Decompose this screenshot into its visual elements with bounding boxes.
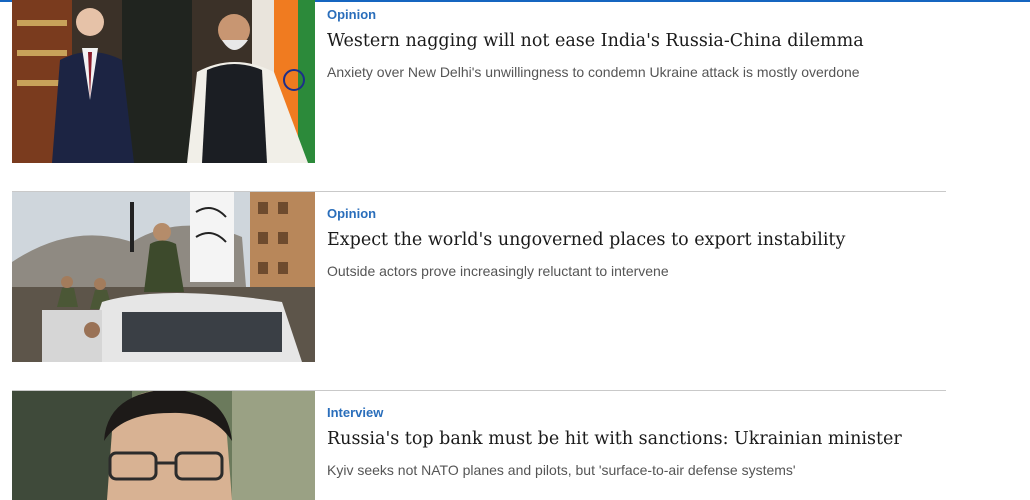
article-headline[interactable]: Russia's top bank must be hit with sanct… (327, 427, 937, 451)
article-thumbnail[interactable] (12, 192, 315, 362)
article-headline[interactable]: Western nagging will not ease India's Ru… (327, 29, 937, 53)
article-summary: Kyiv seeks not NATO planes and pilots, b… (327, 462, 796, 478)
article-category-label[interactable]: Interview (327, 405, 937, 421)
article-thumbnail[interactable] (12, 0, 315, 163)
article-card: Opinion Expect the world's ungoverned pl… (12, 191, 946, 363)
article-card: Interview Russia's top bank must be hit … (12, 390, 946, 500)
article-card: Opinion Western nagging will not ease In… (12, 0, 946, 172)
article-text: Interview Russia's top bank must be hit … (327, 405, 937, 479)
article-text: Opinion Western nagging will not ease In… (327, 7, 937, 81)
article-thumbnail[interactable] (12, 391, 315, 500)
article-summary: Anxiety over New Delhi's unwillingness t… (327, 64, 860, 80)
article-category-label[interactable]: Opinion (327, 206, 937, 222)
article-category-label[interactable]: Opinion (327, 7, 937, 23)
article-text: Opinion Expect the world's ungoverned pl… (327, 206, 937, 280)
article-summary: Outside actors prove increasingly reluct… (327, 263, 669, 279)
article-headline[interactable]: Expect the world's ungoverned places to … (327, 228, 937, 252)
